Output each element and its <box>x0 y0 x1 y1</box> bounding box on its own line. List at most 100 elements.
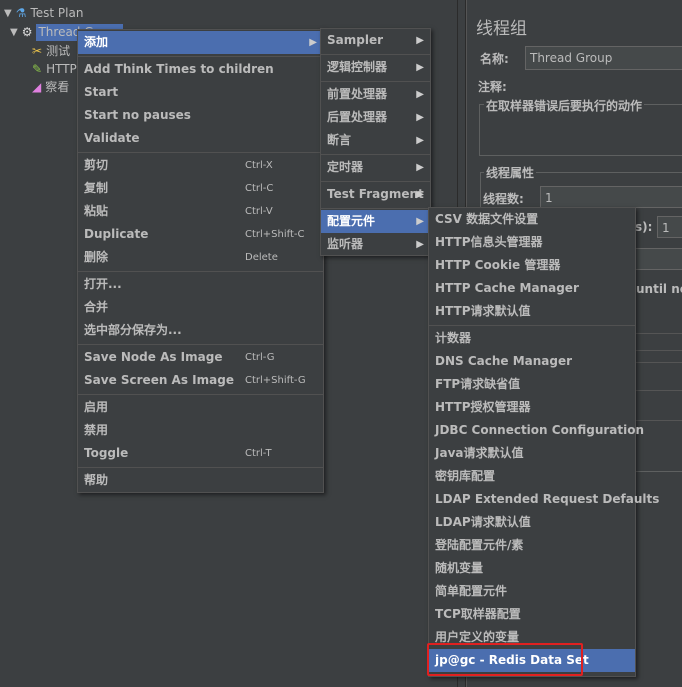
menu-item-java[interactable]: Java请求默认值 <box>429 442 635 465</box>
menu-item-item[interactable]: 定时器 ▶ <box>321 156 430 179</box>
tree-node-view-results[interactable]: ◢ 察看 <box>32 79 69 96</box>
menu-separator <box>78 344 323 345</box>
menu-item-http-cookie[interactable]: HTTP Cookie 管理器 <box>429 254 635 277</box>
thread-properties-label: 线程属性 <box>484 164 537 181</box>
menu-item-label: Sampler <box>327 33 384 47</box>
menu-separator <box>78 467 323 468</box>
expand-triangle-icon[interactable]: ▼ <box>4 5 12 22</box>
menu-item-item[interactable]: 配置元件 ▶ <box>321 210 430 233</box>
menu-item-add-think-times-to-children[interactable]: Add Think Times to children <box>78 58 323 81</box>
context-menu: 添加 ▶ Add Think Times to children Start Start… <box>77 29 324 493</box>
menu-item-item[interactable]: 复制 Ctrl-C <box>78 177 323 200</box>
menu-item-label: 登陆配置元件/素 <box>435 538 524 552</box>
menu-item-label: Test Fragment <box>327 187 424 201</box>
menu-item-label: DNS Cache Manager <box>435 354 573 368</box>
menu-item-label: Save Screen As Image <box>84 373 234 387</box>
menu-item-label: Start no pauses <box>84 108 191 122</box>
menu-item-ldap[interactable]: LDAP请求默认值 <box>429 511 635 534</box>
menu-item-test-fragment[interactable]: Test Fragment ▶ <box>321 183 430 206</box>
menu-item-label: Add Think Times to children <box>84 62 274 76</box>
menu-separator <box>429 325 635 326</box>
menu-item-save-node-as-image[interactable]: Save Node As Image Ctrl-G <box>78 346 323 369</box>
menu-item-label: 添加 <box>84 35 109 49</box>
loop-input[interactable] <box>634 248 682 270</box>
menu-item-label: 剪切 <box>84 158 109 172</box>
menu-item-label: Duplicate <box>84 227 149 241</box>
menu-item-label: 粘贴 <box>84 204 109 218</box>
menu-item-http[interactable]: HTTP信息头管理器 <box>429 231 635 254</box>
menu-item-toggle[interactable]: Toggle Ctrl-T <box>78 442 323 465</box>
menu-item-item[interactable]: 添加 ▶ <box>78 31 323 54</box>
menu-separator <box>321 181 430 182</box>
menu-separator <box>321 208 430 209</box>
menu-item-item[interactable]: 帮助 <box>78 469 323 492</box>
menu-item-label: 密钥库配置 <box>435 469 496 483</box>
menu-item-label: 帮助 <box>84 473 109 487</box>
menu-item-tcp[interactable]: TCP取样器配置 <box>429 603 635 626</box>
shortcut-label: Delete <box>245 252 278 263</box>
menu-item-save-screen-as-image[interactable]: Save Screen As Image Ctrl+Shift-G <box>78 369 323 392</box>
menu-item-item[interactable]: 计数器 <box>429 327 635 350</box>
menu-item-start[interactable]: Start <box>78 81 323 104</box>
tree-node-test-fragment[interactable]: ✂ 测试 <box>32 43 70 60</box>
pipette-icon: ✎ <box>32 62 43 76</box>
menu-item-validate[interactable]: Validate <box>78 127 323 150</box>
menu-item-label: Validate <box>84 131 140 145</box>
menu-item-item[interactable]: 禁用 <box>78 419 323 442</box>
menu-item-item[interactable]: 简单配置元件 <box>429 580 635 603</box>
menu-item-http[interactable]: HTTP授权管理器 <box>429 396 635 419</box>
shortcut-label: Ctrl+Shift-G <box>245 375 306 386</box>
menu-item-item[interactable]: 粘贴 Ctrl-V <box>78 200 323 223</box>
menu-item-csv[interactable]: CSV 数据文件设置 <box>429 208 635 231</box>
menu-item-item[interactable]: 打开... <box>78 273 323 296</box>
shortcut-label: Ctrl-T <box>245 448 272 459</box>
on-error-label: 在取样器错误后要执行的动作 <box>484 97 645 114</box>
menu-item-duplicate[interactable]: Duplicate Ctrl+Shift-C <box>78 223 323 246</box>
until-needed-label: until nee <box>636 282 682 296</box>
menu-item-label: Save Node As Image <box>84 350 223 364</box>
shortcut-label: Ctrl-C <box>245 183 274 194</box>
menu-item-item[interactable]: 登陆配置元件/素 <box>429 534 635 557</box>
menu-separator <box>321 154 430 155</box>
menu-item-item[interactable]: 后置处理器 ▶ <box>321 106 430 129</box>
name-input[interactable]: Thread Group <box>525 46 682 70</box>
rampup-label: s): <box>635 220 653 234</box>
menu-separator <box>78 271 323 272</box>
menu-item-label: 前置处理器 <box>327 87 388 101</box>
menu-item-label: 断言 <box>327 133 352 147</box>
menu-item-item[interactable]: 监听器 ▶ <box>321 233 430 256</box>
submenu-arrow-icon: ▶ <box>416 112 424 123</box>
menu-item-label: 逻辑控制器 <box>327 60 388 74</box>
menu-item-label: 定时器 <box>327 160 364 174</box>
menu-item-item[interactable]: 断言 ▶ <box>321 129 430 152</box>
tree-node-test-plan[interactable]: ▼ ⚗ Test Plan <box>4 5 83 22</box>
menu-item-ftp[interactable]: FTP请求缺省值 <box>429 373 635 396</box>
menu-item-http[interactable]: HTTP请求默认值 <box>429 300 635 323</box>
submenu-arrow-icon: ▶ <box>416 89 424 100</box>
menu-item-sampler[interactable]: Sampler ▶ <box>321 29 430 52</box>
menu-item-item[interactable]: 选中部分保存为... <box>78 319 323 342</box>
menu-item-item[interactable]: 前置处理器 ▶ <box>321 83 430 106</box>
menu-item-label: HTTP Cookie 管理器 <box>435 258 561 272</box>
menu-item-ldap-extended-request-defaults[interactable]: LDAP Extended Request Defaults <box>429 488 659 511</box>
menu-item-start-no-pauses[interactable]: Start no pauses <box>78 104 323 127</box>
menu-item-item[interactable]: 删除 Delete <box>78 246 323 269</box>
menu-item-item[interactable]: 剪切 Ctrl-X <box>78 154 323 177</box>
menu-item-label: HTTP请求默认值 <box>435 304 531 318</box>
threads-input[interactable]: 1 <box>540 186 682 208</box>
menu-item-label: CSV 数据文件设置 <box>435 212 539 226</box>
menu-item-item[interactable]: 合并 <box>78 296 323 319</box>
menu-item-http-cache-manager[interactable]: HTTP Cache Manager <box>429 277 635 300</box>
menu-item-dns-cache-manager[interactable]: DNS Cache Manager <box>429 350 635 373</box>
panel-title: 线程组 <box>476 19 527 39</box>
menu-item-jdbc-connection-configuration[interactable]: JDBC Connection Configuration <box>429 419 644 442</box>
menu-item-item[interactable]: 启用 <box>78 396 323 419</box>
menu-item-item[interactable]: 密钥库配置 <box>429 465 635 488</box>
rampup-input[interactable]: 1 <box>657 216 682 238</box>
expand-triangle-icon[interactable]: ▼ <box>10 24 18 41</box>
menu-item-item[interactable]: 逻辑控制器 ▶ <box>321 56 430 79</box>
menu-item-item[interactable]: 随机变量 <box>429 557 635 580</box>
gear-icon: ⚙ <box>21 25 33 39</box>
menu-item-label: 复制 <box>84 181 109 195</box>
tree-node-http[interactable]: ✎ HTTP <box>32 61 77 78</box>
